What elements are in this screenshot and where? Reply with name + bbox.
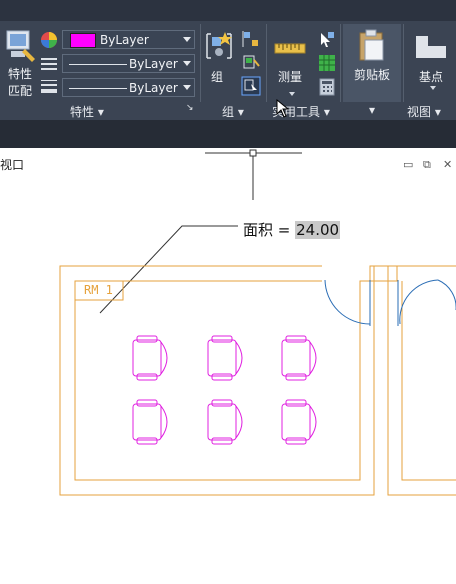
- view-panel-title[interactable]: 视图 ▾: [407, 103, 441, 120]
- chevron-down-icon: [183, 37, 191, 42]
- lineweight-preview: [69, 88, 127, 89]
- grip-icon: [249, 149, 257, 157]
- measure-button-label: 测量: [278, 70, 303, 84]
- linetype-combo[interactable]: ByLayer: [62, 54, 195, 73]
- match-properties-label-1: 特性: [8, 67, 33, 81]
- groups-panel-title-text: 组: [222, 105, 235, 119]
- chair-4: [132, 399, 168, 445]
- group-icon: [206, 32, 232, 59]
- mouse-cursor-icon: [276, 99, 290, 118]
- basepoint-label: 基点: [419, 70, 444, 84]
- group-select-icon[interactable]: [241, 76, 261, 96]
- ungroup-icon[interactable]: [242, 30, 260, 48]
- lineweight-combo-value: ByLayer: [129, 81, 178, 95]
- group-button-label: 组: [211, 70, 224, 84]
- color-combo[interactable]: ByLayer: [62, 30, 195, 49]
- ruler-icon: [274, 43, 306, 54]
- match-properties-icon: [6, 30, 35, 62]
- linetype-combo-value: ByLayer: [129, 57, 178, 71]
- clipboard-icon: [359, 29, 384, 61]
- color-swatch: [70, 33, 96, 48]
- area-field-label[interactable]: 面积 = 24.00: [243, 219, 341, 240]
- door-arc-right-2: [437, 279, 456, 310]
- clipboard-panel-title[interactable]: ▾: [369, 103, 375, 117]
- area-value: 24.00: [295, 221, 341, 239]
- spreadsheet-icon[interactable]: [318, 54, 336, 72]
- wall-right-room-inner: [401, 281, 456, 481]
- room-tag: RM 1: [84, 283, 113, 297]
- area-label-text: 面积 =: [243, 221, 296, 239]
- calculator-icon[interactable]: [319, 78, 335, 96]
- chevron-down-icon: [430, 86, 436, 90]
- measure-button[interactable]: 测量: [272, 30, 310, 88]
- linetype-preview: [69, 64, 127, 65]
- chair-5: [207, 399, 243, 445]
- clipboard-label: 剪贴板: [354, 68, 391, 82]
- ribbon-top-strip: [0, 0, 456, 21]
- lineweight-combo[interactable]: ByLayer: [62, 78, 195, 97]
- quick-select-icon[interactable]: [318, 30, 336, 48]
- basepoint-button[interactable]: 基点: [408, 30, 454, 92]
- color-combo-value: ByLayer: [100, 33, 149, 47]
- chair-1: [132, 335, 168, 381]
- linetype-list-icon[interactable]: [40, 57, 58, 71]
- group-edit-icon[interactable]: [242, 54, 260, 72]
- view-panel-title-text: 视图: [407, 105, 432, 119]
- drawing-svg: [59, 149, 456, 496]
- chair-6: [281, 399, 317, 445]
- chevron-down-icon: [183, 85, 191, 90]
- match-properties-button[interactable]: 特性 匹配: [2, 27, 40, 100]
- basepoint-icon: [416, 36, 446, 58]
- chair-3: [281, 335, 317, 381]
- chevron-down-icon: [183, 61, 191, 66]
- door-arc-right: [399, 279, 439, 325]
- properties-panel-title[interactable]: 特性 ▾: [70, 103, 104, 120]
- group-button[interactable]: 组: [203, 28, 235, 88]
- lineweight-list-icon[interactable]: [40, 79, 58, 95]
- groups-panel-title[interactable]: 组 ▾: [222, 103, 244, 120]
- ribbon-bottom-bar: [0, 120, 456, 148]
- color-wheel-icon[interactable]: [40, 31, 58, 49]
- match-properties-label-2: 匹配: [8, 84, 33, 98]
- chevron-down-icon[interactable]: [289, 92, 295, 96]
- properties-panel-title-text: 特性: [70, 105, 95, 119]
- properties-launcher-icon[interactable]: ↘: [186, 103, 194, 113]
- door-arc-left: [324, 279, 371, 325]
- chair-2: [207, 335, 243, 381]
